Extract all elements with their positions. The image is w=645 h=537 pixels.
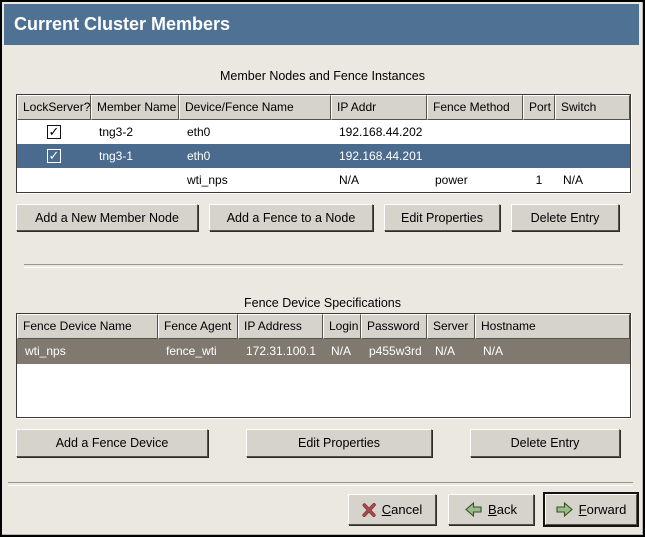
add-fence-device-button[interactable]: Add a Fence Device [16, 429, 208, 457]
login-cell: N/A [323, 339, 361, 364]
column-header-password[interactable]: Password [361, 314, 427, 339]
column-header-fence-agent[interactable]: Fence Agent [158, 314, 238, 339]
port-cell [523, 144, 555, 168]
ip-address-cell: 172.31.100.1 [238, 339, 323, 364]
member-name-cell: tng3-2 [91, 120, 179, 144]
fence-device-name-cell: wti_nps [17, 339, 158, 364]
forward-label: Forward [579, 502, 627, 517]
member-name-cell [91, 168, 179, 192]
delete-fence-entry-button[interactable]: Delete Entry [470, 429, 620, 457]
hostname-cell: N/A [475, 339, 630, 364]
forward-button[interactable]: Forward [545, 494, 637, 525]
fence-method-cell: power [427, 168, 523, 192]
column-header-server[interactable]: Server [427, 314, 475, 339]
ip-addr-cell: 192.168.44.202 [331, 120, 427, 144]
table-row-tng3-1[interactable]: tng3-1 eth0 192.168.44.201 [17, 144, 630, 168]
table-row-wti-nps-device[interactable]: wti_nps fence_wti 172.31.100.1 N/A p455w… [17, 339, 630, 364]
wizard-nav-row: Cancel Back Forward [348, 494, 637, 525]
column-header-fence-device-name[interactable]: Fence Device Name [17, 314, 158, 339]
member-actions-row: Add a New Member Node Add a Fence to a N… [16, 204, 619, 231]
delete-member-entry-button[interactable]: Delete Entry [511, 204, 619, 231]
device-fence-name-cell: eth0 [179, 120, 331, 144]
page-title: Current Cluster Members [4, 4, 639, 45]
server-cell: N/A [427, 339, 475, 364]
column-header-switch[interactable]: Switch [555, 95, 630, 120]
footer-separator [8, 482, 633, 486]
member-name-cell: tng3-1 [91, 144, 179, 168]
column-header-login[interactable]: Login [323, 314, 361, 339]
switch-cell [555, 120, 630, 144]
fence-agent-cell: fence_wti [158, 339, 238, 364]
fence-method-cell [427, 120, 523, 144]
cancel-button[interactable]: Cancel [348, 494, 436, 525]
back-label: Back [488, 502, 517, 517]
member-nodes-table: LockServer? Member Name Device/Fence Nam… [16, 94, 631, 193]
add-fence-to-node-button[interactable]: Add a Fence to a Node [209, 204, 373, 231]
column-header-ip-address[interactable]: IP Address [238, 314, 323, 339]
cluster-members-window: Current Cluster Members Member Nodes and… [0, 0, 645, 537]
lockserver-cell [17, 168, 91, 192]
lockserver-checkbox[interactable] [47, 125, 61, 139]
fence-table-header: Fence Device Name Fence Agent IP Address… [17, 314, 630, 339]
member-table-title: Member Nodes and Fence Instances [2, 69, 643, 83]
fence-devices-table: Fence Device Name Fence Agent IP Address… [16, 313, 631, 418]
arrow-left-icon [465, 502, 482, 517]
port-cell [523, 120, 555, 144]
switch-cell: N/A [555, 168, 630, 192]
lockserver-cell [17, 144, 91, 168]
cancel-label: Cancel [382, 502, 422, 517]
ip-addr-cell: N/A [331, 168, 427, 192]
column-header-device-fence-name[interactable]: Device/Fence Name [179, 95, 331, 120]
add-member-node-button[interactable]: Add a New Member Node [16, 204, 198, 231]
column-header-lockserver[interactable]: LockServer? [17, 95, 91, 120]
back-button[interactable]: Back [448, 494, 534, 525]
fence-method-cell [427, 144, 523, 168]
column-header-fence-method[interactable]: Fence Method [427, 95, 523, 120]
edit-fence-properties-button[interactable]: Edit Properties [246, 429, 432, 457]
arrow-right-icon [556, 502, 573, 517]
fence-table-title: Fence Device Specifications [2, 296, 643, 310]
column-header-ip-addr[interactable]: IP Addr [331, 95, 427, 120]
table-row-tng3-2[interactable]: tng3-2 eth0 192.168.44.202 [17, 120, 630, 144]
column-header-member-name[interactable]: Member Name [91, 95, 179, 120]
device-fence-name-cell: eth0 [179, 144, 331, 168]
column-header-hostname[interactable]: Hostname [475, 314, 630, 339]
fence-actions-row: Add a Fence Device Edit Properties Delet… [16, 429, 620, 457]
edit-member-properties-button[interactable]: Edit Properties [384, 204, 500, 231]
device-fence-name-cell: wti_nps [179, 168, 331, 192]
ip-addr-cell: 192.168.44.201 [331, 144, 427, 168]
switch-cell [555, 144, 630, 168]
password-cell: p455w3rd [361, 339, 427, 364]
port-cell: 1 [523, 168, 555, 192]
column-header-port[interactable]: Port [523, 95, 555, 120]
member-table-header: LockServer? Member Name Device/Fence Nam… [17, 95, 630, 120]
lockserver-cell [17, 120, 91, 144]
section-separator [24, 264, 623, 268]
table-row-wti-nps-instance[interactable]: wti_nps N/A power 1 N/A [17, 168, 630, 192]
cancel-x-icon [362, 503, 376, 517]
lockserver-checkbox[interactable] [47, 149, 61, 163]
